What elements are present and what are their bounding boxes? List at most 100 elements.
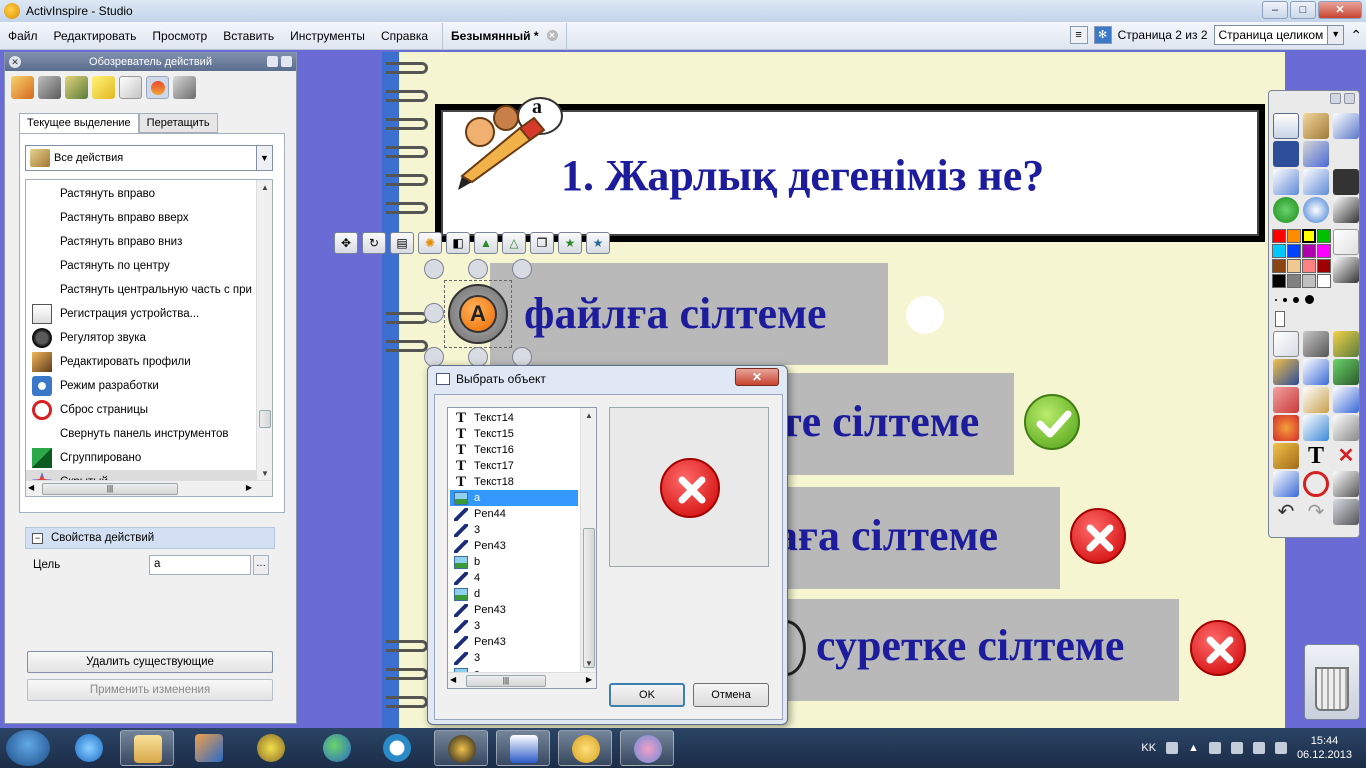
color-picker-icon[interactable] xyxy=(1333,229,1359,255)
action-icon[interactable]: ✺ xyxy=(418,232,442,254)
scroll-right-icon[interactable]: ▶ xyxy=(586,675,592,684)
menu-help[interactable]: Справка xyxy=(373,29,436,43)
color-swatch-brown[interactable] xyxy=(1272,259,1286,273)
reveal-icon[interactable] xyxy=(1273,471,1299,497)
scroll-thumb[interactable]: ||| xyxy=(42,483,178,495)
rotate-handle[interactable] xyxy=(512,347,532,367)
cross-icon[interactable] xyxy=(1070,508,1126,564)
spotlight-icon[interactable] xyxy=(1333,331,1359,357)
star-menu-icon[interactable]: ★ xyxy=(558,232,582,254)
resize-handle[interactable] xyxy=(424,259,444,279)
pen-width-3[interactable] xyxy=(1293,296,1299,303)
color-swatch-red[interactable] xyxy=(1272,229,1286,243)
reset-page-icon[interactable] xyxy=(1303,471,1329,497)
list-item[interactable]: T Текст16 xyxy=(450,442,578,458)
shape-recognition-icon[interactable] xyxy=(1333,387,1359,413)
page-browser-icon[interactable] xyxy=(11,75,34,99)
tools-icon[interactable] xyxy=(1303,331,1329,357)
scroll-left-icon[interactable]: ◀ xyxy=(450,675,456,684)
list-item[interactable]: b xyxy=(450,554,578,570)
action-item[interactable]: Растянуть вправо вверх xyxy=(26,206,256,230)
scroll-up-icon[interactable]: ▲ xyxy=(581,408,596,424)
cross-icon[interactable] xyxy=(1190,620,1246,676)
list-item[interactable]: 3 xyxy=(450,618,578,634)
answer-a-result-placeholder[interactable] xyxy=(906,296,944,334)
maximize-button[interactable]: □ xyxy=(1290,1,1316,19)
list-item[interactable]: Pen43 xyxy=(450,538,578,554)
camera-icon[interactable] xyxy=(1333,471,1359,497)
target-field[interactable]: a xyxy=(149,555,251,575)
action-item[interactable]: Свернуть панель инструментов xyxy=(26,422,256,446)
list-item[interactable]: T Текст15 xyxy=(450,426,578,442)
panel-pin-icon[interactable] xyxy=(281,56,292,67)
bring-forward-icon[interactable]: ▲ xyxy=(474,232,498,254)
color-swatch-magenta[interactable] xyxy=(1317,244,1331,258)
panel-dock-icon[interactable] xyxy=(267,56,278,67)
more-options-icon[interactable]: ★ xyxy=(586,232,610,254)
toolbox-menu-icon[interactable] xyxy=(1330,93,1341,104)
zoom-select[interactable]: Страница целиком ▼ xyxy=(1213,25,1345,45)
tab-current-selection[interactable]: Текущее выделение xyxy=(19,113,139,134)
shape-icon[interactable] xyxy=(1273,415,1299,441)
pen-width-slider[interactable] xyxy=(1275,311,1285,327)
pen-width-1[interactable] xyxy=(1275,298,1277,301)
color-swatch-orange[interactable] xyxy=(1287,229,1301,243)
color-swatch-darkred[interactable] xyxy=(1317,259,1331,273)
tab-drag[interactable]: Перетащить xyxy=(138,113,218,133)
object-list-hscroll[interactable]: ◀ ||| ▶ xyxy=(448,672,596,688)
action-item[interactable]: Растянуть центральную часть с при xyxy=(26,278,256,302)
scroll-thumb[interactable] xyxy=(583,528,595,668)
activinspire-app[interactable] xyxy=(558,730,612,766)
list-item[interactable]: T Текст14 xyxy=(450,410,578,426)
toolbox-pin-icon[interactable] xyxy=(1344,93,1355,104)
resize-handle[interactable] xyxy=(512,259,532,279)
web-browser-icon[interactable] xyxy=(1303,197,1329,223)
magic-ink-icon[interactable] xyxy=(1333,359,1359,385)
delete-existing-button[interactable]: Удалить существующие xyxy=(27,651,273,673)
cancel-button[interactable]: Отмена xyxy=(693,683,769,707)
action-properties-header[interactable]: − Свойства действий xyxy=(25,527,275,549)
pen-width-4[interactable] xyxy=(1305,295,1314,304)
pen-icon[interactable] xyxy=(1273,359,1299,385)
property-browser-icon[interactable] xyxy=(119,75,142,99)
design-mode-icon[interactable]: ✻ xyxy=(1093,26,1112,44)
file-explorer-app[interactable] xyxy=(120,730,174,766)
fill-icon[interactable] xyxy=(1333,257,1359,283)
layer-icon[interactable]: ◧ xyxy=(446,232,470,254)
browser-app[interactable] xyxy=(434,730,488,766)
internet-explorer-app[interactable] xyxy=(62,730,116,766)
save-icon[interactable] xyxy=(1333,169,1359,195)
color-swatch-tan[interactable] xyxy=(1287,259,1301,273)
collapse-icon[interactable]: − xyxy=(32,532,43,544)
scroll-up-icon[interactable]: ▲ xyxy=(257,180,272,196)
tray-chevron-icon[interactable]: ▲ xyxy=(1188,742,1199,754)
voting-browser-icon[interactable] xyxy=(173,75,196,99)
resize-handle[interactable] xyxy=(424,303,444,323)
menu-insert[interactable]: Вставить xyxy=(215,29,282,43)
scissors-icon[interactable] xyxy=(1333,415,1359,441)
object-list-vscroll[interactable]: ▲ ▼ xyxy=(580,408,596,672)
color-swatch-gray[interactable] xyxy=(1287,274,1301,288)
messenger-app[interactable] xyxy=(310,730,364,766)
volume-icon[interactable] xyxy=(1274,742,1287,754)
color-swatch-white[interactable] xyxy=(1317,274,1331,288)
menu-edit[interactable]: Редактировать xyxy=(46,29,145,43)
main-menu-icon[interactable] xyxy=(1273,113,1299,139)
pen-width-2[interactable] xyxy=(1283,297,1287,302)
magic-icon[interactable] xyxy=(1303,141,1329,167)
action-item[interactable]: Сброс страницы xyxy=(26,398,256,422)
connector-icon[interactable] xyxy=(1303,415,1329,441)
scroll-thumb[interactable] xyxy=(259,410,271,428)
answer-a-marker[interactable]: A xyxy=(448,284,508,344)
menu-chevron-icon[interactable]: ⌃ xyxy=(1350,27,1362,44)
next-page-icon[interactable] xyxy=(1303,169,1329,195)
chevron-down-icon[interactable]: ▼ xyxy=(1327,26,1344,44)
list-item[interactable]: Pen43 xyxy=(450,634,578,650)
color-swatch-cyan[interactable] xyxy=(1272,244,1286,258)
scroll-right-icon[interactable]: ▶ xyxy=(246,483,252,492)
list-item[interactable]: 3 xyxy=(450,522,578,538)
notes-browser-icon[interactable] xyxy=(92,75,115,99)
move-icon[interactable]: ✥ xyxy=(334,232,358,254)
pinned-tool-icon[interactable] xyxy=(1333,499,1359,525)
list-item[interactable]: Pen43 xyxy=(450,602,578,618)
